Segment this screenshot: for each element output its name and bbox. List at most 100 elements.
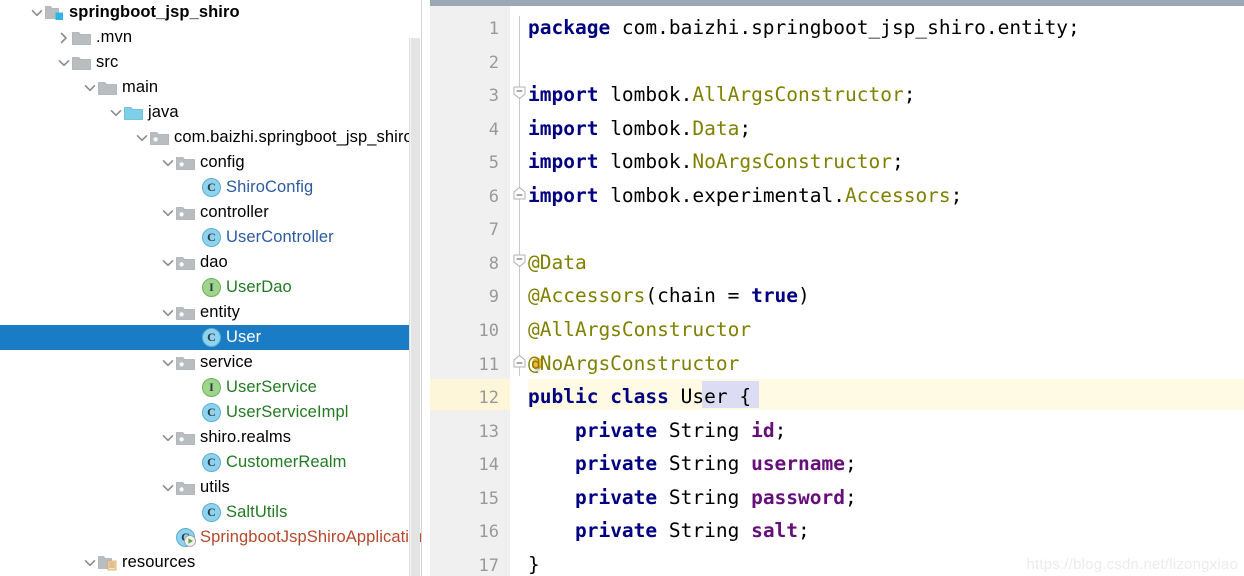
scrollbar-thumb[interactable]: [411, 38, 420, 576]
code-line[interactable]: @NoArgsConstructor: [528, 353, 739, 374]
java-class-icon: C: [202, 503, 221, 522]
code-line[interactable]: @AllArgsConstructor: [528, 319, 751, 340]
tree-item-mvn[interactable]: .mvn: [0, 25, 420, 50]
tree-item-shiroconfig[interactable]: C ShiroConfig: [0, 175, 420, 200]
module-icon: [45, 4, 64, 21]
tree-item-label: ShiroConfig: [226, 178, 314, 197]
tree-item-label: springboot_jsp_shiro: [69, 3, 240, 22]
tree-item-usercontroller[interactable]: C UserController: [0, 225, 420, 250]
tree-item-userdao[interactable]: I UserDao: [0, 275, 420, 300]
package-icon: [176, 429, 195, 446]
code-text-area[interactable]: package com.baizhi.springboot_jsp_shiro.…: [528, 6, 1244, 576]
chevron-down-icon[interactable]: [160, 355, 176, 371]
chevron-down-icon[interactable]: [134, 130, 150, 146]
chevron-down-icon[interactable]: [29, 5, 45, 21]
tree-item-java[interactable]: java: [0, 100, 420, 125]
code-line[interactable]: import lombok.Data;: [528, 116, 751, 140]
tree-item-userserviceimpl[interactable]: C UserServiceImpl: [0, 400, 420, 425]
chevron-down-icon[interactable]: [160, 480, 176, 496]
java-class-icon: C: [202, 178, 221, 197]
java-class-icon: C: [202, 453, 221, 472]
code-token: NoArgsConstructor: [692, 150, 892, 174]
chevron-down-icon[interactable]: [82, 555, 98, 571]
chevron-down-icon[interactable]: [160, 155, 176, 171]
fold-region-start-icon[interactable]: [513, 86, 526, 100]
java-class-icon: C: [202, 328, 221, 347]
code-token: import: [528, 183, 599, 207]
tree-item-label: dao: [200, 253, 228, 272]
tree-item-springboot-jsp-shiro[interactable]: springboot_jsp_shiro: [0, 0, 420, 25]
tree-item-utils[interactable]: utils: [0, 475, 420, 500]
editor-gutter[interactable]: 1 2 3 4 5 6 7 8 9 10 11 12 13 14 15 16 17: [430, 6, 510, 576]
chevron-down-icon[interactable]: [56, 55, 72, 71]
code-line[interactable]: private String username;: [528, 454, 857, 474]
code-line[interactable]: import lombok.AllArgsConstructor;: [528, 85, 915, 105]
code-token: username: [751, 452, 845, 476]
java-class-icon: C: [202, 453, 221, 472]
code-line[interactable]: import lombok.NoArgsConstructor;: [528, 152, 904, 172]
chevron-down-icon[interactable]: [108, 105, 124, 121]
line-number: 17: [478, 555, 499, 576]
folder-icon: [72, 54, 91, 71]
module-icon: [45, 6, 63, 20]
folder-icon: [72, 29, 91, 46]
panel-splitter[interactable]: [421, 0, 430, 576]
project-tool-window[interactable]: springboot_jsp_shiro .mvn src main java com.b…: [0, 0, 430, 576]
tree-item-main[interactable]: main: [0, 75, 420, 100]
project-tree[interactable]: springboot_jsp_shiro .mvn src main java com.b…: [0, 0, 430, 575]
tree-item-customerrealm[interactable]: C CustomerRealm: [0, 450, 420, 475]
package-icon: [176, 304, 195, 321]
tree-item-saltutils[interactable]: C SaltUtils: [0, 500, 420, 525]
tree-item-controller[interactable]: controller: [0, 200, 420, 225]
tree-item-src[interactable]: src: [0, 50, 420, 75]
tree-item-springbootjspshiroapplication[interactable]: C SpringbootJspShiroApplication: [0, 525, 428, 550]
code-line[interactable]: @Data: [528, 252, 587, 273]
fold-region-start-icon[interactable]: [513, 254, 526, 267]
chevron-down-icon[interactable]: [160, 255, 176, 271]
code-line[interactable]: package com.baizhi.springboot_jsp_shiro.…: [528, 18, 1080, 38]
java-class-icon: C: [202, 403, 221, 422]
project-vertical-scrollbar[interactable]: [409, 38, 420, 576]
code-line[interactable]: import lombok.experimental.Accessors;: [528, 183, 963, 207]
chevron-down-icon[interactable]: [82, 80, 98, 96]
line-number: 9: [488, 287, 499, 308]
tree-item-com-baizhi-springboot-jsp-shiro[interactable]: com.baizhi.springboot_jsp_shiro: [0, 125, 420, 150]
code-line[interactable]: public class User {: [528, 387, 751, 407]
code-line[interactable]: private String id;: [528, 419, 786, 442]
code-token: @Accessors: [528, 284, 646, 308]
java-class-icon: C: [202, 328, 221, 347]
tree-item-userservice[interactable]: I UserService: [0, 375, 420, 400]
package-folder-icon: [176, 357, 195, 370]
code-token: Data: [692, 116, 740, 140]
chevron-right-icon[interactable]: [56, 30, 72, 46]
code-line[interactable]: private String salt;: [528, 521, 810, 541]
chevron-down-icon[interactable]: [160, 430, 176, 446]
code-folding-strip[interactable]: [510, 6, 544, 576]
code-line[interactable]: @Accessors(chain = true): [528, 286, 810, 306]
code-token: ;: [950, 183, 963, 207]
tree-item-config[interactable]: config: [0, 150, 420, 175]
code-editor[interactable]: 1 2 3 4 5 6 7 8 9 10 11 12 13 14 15 16 17 package com.ba…: [430, 0, 1244, 576]
chevron-down-icon[interactable]: [160, 205, 176, 221]
chevron-down-icon: [162, 259, 174, 266]
code-token: String: [657, 485, 752, 509]
code-line[interactable]: }: [528, 554, 540, 575]
chevron-down-icon: [58, 59, 70, 66]
tree-item-resources[interactable]: resources: [0, 550, 420, 575]
fold-region-end-icon[interactable]: [513, 186, 526, 200]
tree-item-dao[interactable]: dao: [0, 250, 420, 275]
line-number: 13: [478, 421, 499, 442]
tree-item-label: controller: [200, 203, 269, 222]
tree-item-entity[interactable]: entity: [0, 300, 420, 325]
source-root-folder-icon: [124, 107, 143, 120]
fold-region-end-icon[interactable]: [513, 354, 526, 368]
code-line[interactable]: private String password;: [528, 485, 857, 509]
chevron-down-icon[interactable]: [160, 305, 176, 321]
tree-item-shiro-realms[interactable]: shiro.realms: [0, 425, 420, 450]
tree-item-service[interactable]: service: [0, 350, 420, 375]
tree-item-user[interactable]: C User: [0, 325, 420, 350]
